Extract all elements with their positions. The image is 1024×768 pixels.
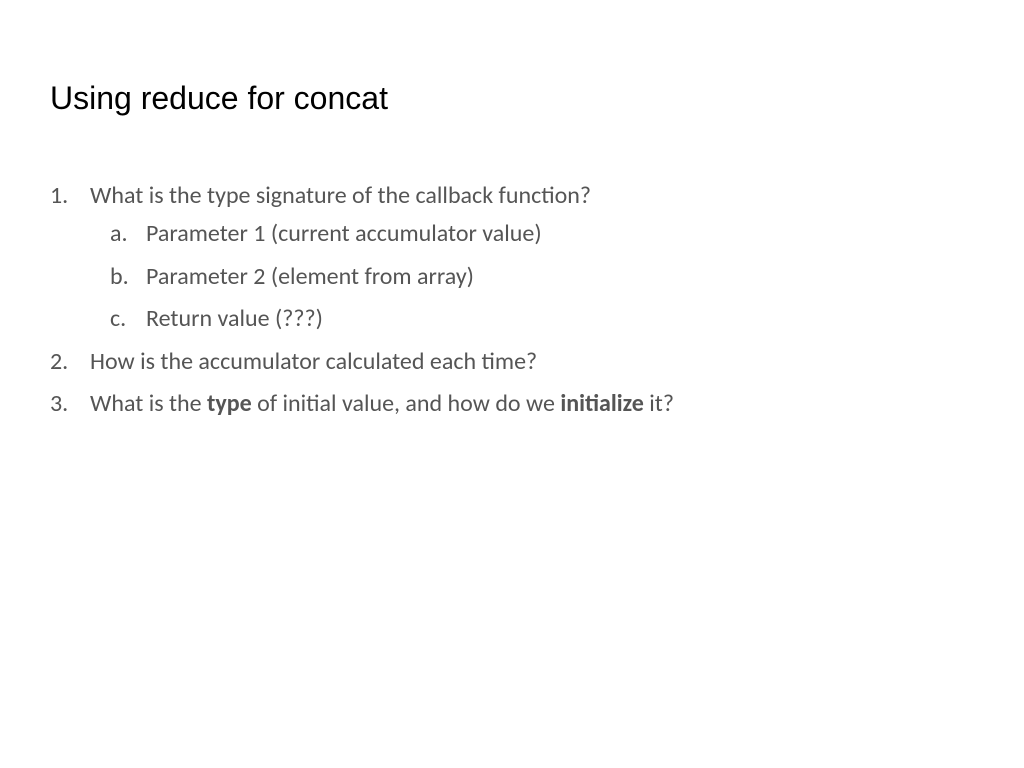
sub-item-text: Parameter 2 (element from array) (146, 262, 474, 291)
list-item: Parameter 1 (current accumulator value) (110, 215, 974, 253)
slide-content: What is the type signature of the callba… (50, 177, 974, 423)
main-list: What is the type signature of the callba… (50, 177, 974, 423)
sub-item-text: Return value (???) (146, 304, 323, 333)
slide-title: Using reduce for concat (50, 80, 974, 117)
question-text: What is the type signature of the callba… (90, 181, 591, 210)
list-item: How is the accumulator calculated each t… (50, 343, 974, 381)
list-item: Parameter 2 (element from array) (110, 258, 974, 296)
list-item: What is the type of initial value, and h… (50, 385, 974, 423)
question-text-part: What is the (90, 389, 207, 418)
sub-list: Parameter 1 (current accumulator value) … (110, 215, 974, 338)
list-item: Return value (???) (110, 300, 974, 338)
question-text-part: it? (644, 389, 674, 418)
bold-word: type (207, 389, 252, 418)
question-text-part: of initial value, and how do we (252, 389, 561, 418)
question-text: How is the accumulator calculated each t… (90, 347, 537, 376)
sub-item-text: Parameter 1 (current accumulator value) (146, 219, 542, 248)
bold-word: initialize (560, 389, 644, 418)
list-item: What is the type signature of the callba… (50, 177, 974, 339)
